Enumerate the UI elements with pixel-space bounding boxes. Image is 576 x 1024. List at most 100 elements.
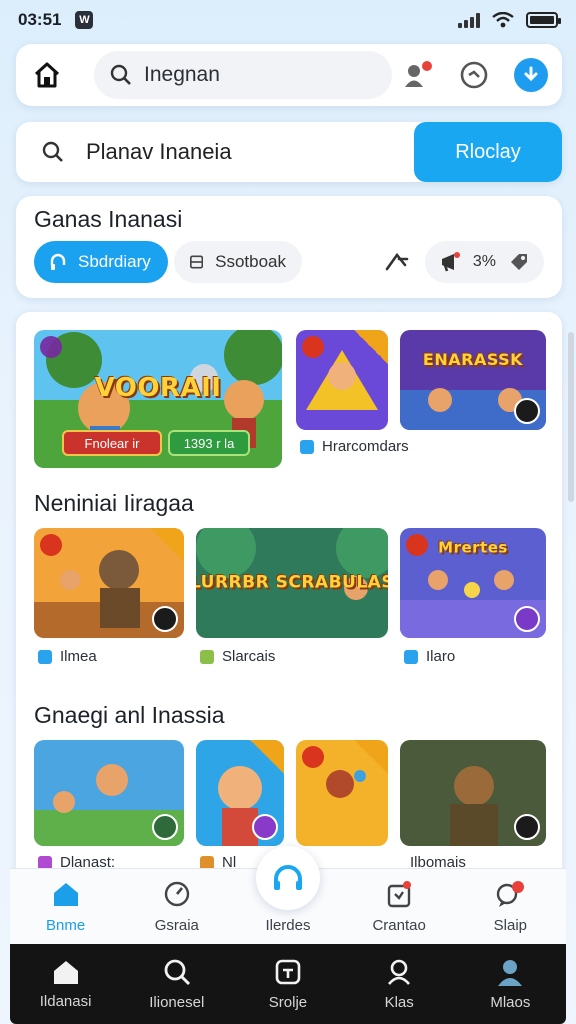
game-tile[interactable] xyxy=(296,330,388,430)
section-title: Neniniai Iiragaa xyxy=(34,490,194,516)
game-tile[interactable] xyxy=(400,740,546,846)
home-icon xyxy=(53,960,78,984)
tab-gauge[interactable]: Gsraia xyxy=(127,879,227,934)
play-search-bar[interactable]: Planav Inaneia Rloclay xyxy=(16,122,562,182)
profile-icon xyxy=(498,959,523,986)
app-icon xyxy=(404,649,418,664)
stats-pill[interactable]: 3% xyxy=(424,241,544,283)
caption-text: Ilmea xyxy=(60,648,97,665)
tag-icon xyxy=(511,254,527,270)
nav-label: Ildanasi xyxy=(39,992,92,1010)
search-input[interactable]: Inegnan xyxy=(94,51,392,99)
controller-icon xyxy=(275,959,301,984)
home-icon xyxy=(34,62,60,88)
share-button[interactable] xyxy=(379,244,415,280)
tab-home[interactable]: Bnme xyxy=(16,879,116,934)
chat-icon xyxy=(497,881,525,907)
game-tile[interactable] xyxy=(196,740,284,846)
nav-label: Mlaos xyxy=(490,993,531,1011)
top-bar: Inegnan xyxy=(16,44,562,106)
ribbon-icon xyxy=(354,330,388,364)
hero-game-tile[interactable]: VOORAII Fnolear ir 1393 r la xyxy=(34,330,282,468)
game-tile[interactable] xyxy=(34,740,184,846)
nav-label: Klas xyxy=(384,993,414,1011)
nav-label: Srolje xyxy=(268,993,308,1011)
nav-games[interactable]: Srolje xyxy=(238,958,338,1011)
hero-red-button[interactable]: Fnolear ir xyxy=(62,430,162,456)
profile-alert-button[interactable] xyxy=(398,57,434,93)
tab-chat[interactable]: Slaip xyxy=(460,879,560,934)
search-icon xyxy=(110,64,131,85)
play-button[interactable]: Rloclay xyxy=(414,122,562,182)
timer-button[interactable] xyxy=(456,57,492,93)
filter-card: Ganas Inanasi Sbdrdiary Ssotboak 3% xyxy=(16,196,562,298)
search-text: Inegnan xyxy=(144,63,220,86)
alert-dot xyxy=(420,59,434,73)
game-title: LURRBR SCRABULAS xyxy=(196,572,388,593)
nav-search[interactable]: Ilionesel xyxy=(127,958,227,1011)
tile-caption: Slarcais xyxy=(200,648,275,665)
signal-icon xyxy=(458,12,480,28)
wifi-icon xyxy=(492,12,514,28)
game-tile[interactable] xyxy=(34,528,184,638)
game-tile[interactable]: ENARASSK xyxy=(400,330,546,430)
gem-icon xyxy=(152,814,178,840)
crown-icon xyxy=(514,814,540,840)
nav-home[interactable]: Ildanasi xyxy=(16,959,116,1010)
grid-icon xyxy=(190,255,204,269)
battery-icon xyxy=(526,12,561,28)
chip-active[interactable]: Sbdrdiary xyxy=(34,241,168,283)
badge-icon xyxy=(40,336,62,358)
scrollbar[interactable] xyxy=(568,332,574,502)
chip-plain-label: Ssotboak xyxy=(215,252,286,271)
game-tile[interactable]: LURRBR SCRABULAS xyxy=(196,528,388,638)
play-search-text: Planav Inaneia xyxy=(86,139,232,164)
badge-icon xyxy=(40,534,62,556)
game-tile[interactable] xyxy=(296,740,388,846)
game-tile[interactable]: Mrertes xyxy=(400,528,546,638)
app-icon xyxy=(300,439,314,454)
nav-profile[interactable]: Mlaos xyxy=(460,958,560,1011)
ribbon-icon xyxy=(250,740,284,774)
badge-icon xyxy=(406,534,428,556)
leaf-icon xyxy=(514,606,540,632)
ribbon-icon xyxy=(354,740,388,774)
chip-plain[interactable]: Ssotboak xyxy=(174,241,302,283)
search-icon xyxy=(42,141,63,162)
crown-icon xyxy=(514,398,540,424)
nav-label: Ilionesel xyxy=(149,993,205,1011)
badge-icon xyxy=(302,336,324,358)
tab-label: Ilerdes xyxy=(265,917,311,934)
megaphone-icon xyxy=(441,252,460,272)
tile-caption: Ilmea xyxy=(38,648,97,665)
share-icon xyxy=(385,252,409,271)
app-icon xyxy=(200,649,214,664)
tab-label: Gsraia xyxy=(154,917,199,934)
section-title: Gnaegi anl Inassia xyxy=(34,702,225,728)
tab-label: Slaip xyxy=(493,917,528,934)
person-search-icon xyxy=(388,959,411,985)
home-icon xyxy=(53,883,78,906)
home-button[interactable] xyxy=(30,58,64,92)
stats-counter: 3% xyxy=(472,253,496,270)
hero-green-button[interactable]: 1393 r la xyxy=(168,430,250,456)
headset-icon xyxy=(50,253,66,270)
timer-icon xyxy=(460,61,488,89)
tile-caption: Hrarcomdars xyxy=(300,438,409,455)
download-icon xyxy=(524,66,538,82)
system-nav-bar: Ildanasi Ilionesel Srolje Klas Mlaos xyxy=(10,944,566,1024)
download-button[interactable] xyxy=(514,58,548,92)
headset-icon xyxy=(274,865,302,890)
tab-gift[interactable]: Crantao xyxy=(349,879,449,934)
tab-label: Crantao xyxy=(372,917,426,934)
gift-icon xyxy=(387,881,412,908)
support-fab-button[interactable] xyxy=(256,846,320,910)
game-title: Mrertes xyxy=(438,538,508,557)
app-icon xyxy=(38,649,52,664)
search-icon xyxy=(164,959,190,985)
nav-people[interactable]: Klas xyxy=(349,958,449,1011)
tab-label: Bnme xyxy=(46,917,86,934)
caption-text: Ilaro xyxy=(426,648,456,665)
ribbon-icon xyxy=(150,528,184,562)
status-time: 03:51 xyxy=(18,10,62,29)
